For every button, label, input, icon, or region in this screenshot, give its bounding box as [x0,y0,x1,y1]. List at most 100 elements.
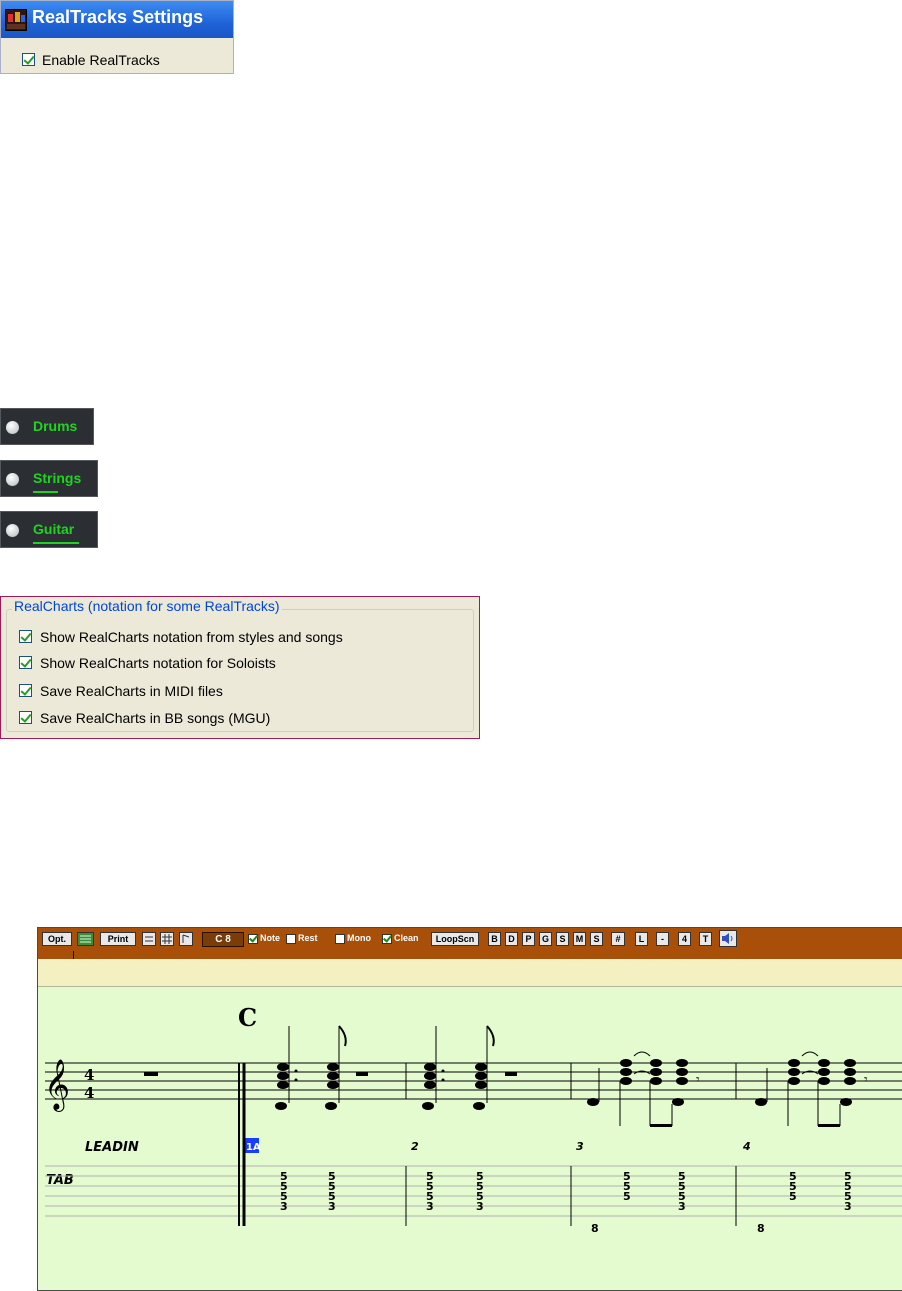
svg-text:𝄾: 𝄾 [864,1072,868,1088]
edit-icon-button[interactable] [179,932,193,946]
radio-icon [6,473,19,486]
checkmark-icon [20,656,32,668]
toolbar-minus-button[interactable]: - [656,932,669,946]
svg-text:𝄾: 𝄾 [696,1072,700,1088]
treble-staff [45,1062,902,1100]
score-area: C 𝄞 4 4 𝄾 𝄾 LEADIN 1A 2 3 4 TAB 5553 555… [44,1003,902,1235]
clean-checkbox[interactable] [382,933,392,944]
speaker-button[interactable] [719,930,737,947]
show-realcharts-styles-label[interactable]: Show RealCharts notation from styles and… [40,629,343,645]
realcharts-legend: RealCharts (notation for some RealTracks… [12,598,282,614]
leadin-label: LEADIN [85,1140,139,1155]
options-button[interactable]: Opt. [42,932,72,946]
save-realcharts-mgu-label[interactable]: Save RealCharts in BB songs (MGU) [40,710,270,726]
save-realcharts-mgu-checkbox[interactable] [19,711,32,724]
toolbar-d-button[interactable]: D [505,932,518,946]
bar1-label: 1A [246,1142,261,1153]
clean-label: Clean [394,933,419,943]
staff-icon [80,935,91,943]
edit-icon [182,934,190,943]
note-checkbox[interactable] [248,933,258,944]
svg-text:3: 3 [280,1200,288,1213]
realcharts-group: RealCharts (notation for some RealTracks… [0,596,480,739]
cursor-marker [73,951,74,959]
panel-title-bar: RealTracks Settings [1,1,233,38]
mono-checkbox[interactable] [335,934,345,944]
toolbar-4-button[interactable]: 4 [678,932,691,946]
print-button[interactable]: Print [100,932,136,946]
toolbar-m-button[interactable]: M [573,932,586,946]
instrument-drums-button[interactable]: Drums [0,408,94,445]
instrument-label: Strings [33,470,82,486]
treble-clef-icon: 𝄞 [44,1059,70,1112]
checkmark-icon [20,630,32,642]
svg-text:8: 8 [591,1222,599,1235]
svg-text:3: 3 [476,1200,484,1213]
instrument-label: Guitar [33,521,75,537]
show-realcharts-styles-checkbox[interactable] [19,630,32,643]
bar3-label: 3 [576,1140,584,1153]
instrument-label: Drums [33,418,78,434]
realtracks-settings-panel: RealTracks Settings Enable RealTracks [0,0,234,74]
loopscn-button[interactable]: LoopScn [431,932,479,946]
lyrics-band [38,959,902,987]
bar4-label: 4 [742,1140,751,1153]
show-realcharts-soloists-checkbox[interactable] [19,656,32,669]
svg-text:3: 3 [678,1200,686,1213]
svg-text:3: 3 [426,1200,434,1213]
tab-staff [45,1165,902,1217]
grid-icon-button[interactable] [160,932,174,946]
radio-icon [6,421,19,434]
instrument-guitar-button[interactable]: Guitar [0,511,98,548]
save-realcharts-midi-label[interactable]: Save RealCharts in MIDI files [40,683,223,699]
toolbar-s-button[interactable]: S [556,932,569,946]
realtracks-icon [5,9,27,31]
enable-realtracks-checkbox[interactable] [22,53,35,66]
tab-numbers: 5553 5553 5553 5553 555 5553 8 555 5553 … [280,1170,852,1235]
toolbar-g-button[interactable]: G [539,932,552,946]
save-realcharts-midi-checkbox[interactable] [19,684,32,697]
checkmark-icon [383,933,392,943]
rest-label: Rest [298,933,318,943]
svg-text:8: 8 [757,1222,765,1235]
rest-checkbox[interactable] [286,934,296,944]
checkmark-icon [20,711,32,723]
note-label: Note [260,933,280,943]
svg-text:5: 5 [623,1190,631,1203]
mono-label: Mono [347,933,371,943]
checkmark-icon [20,684,32,696]
speaker-icon [722,933,733,944]
chord-symbol: C [238,1003,257,1032]
instrument-strings-button[interactable]: Strings [0,460,98,497]
staff-icon-button[interactable] [77,932,94,946]
selection-underline [33,491,58,493]
svg-text:3: 3 [328,1200,336,1213]
toolbar-b-button[interactable]: B [488,932,501,946]
time-signature-bottom: 4 [84,1084,94,1102]
checkmark-icon [249,933,258,943]
bar1-chords [275,1025,368,1110]
selection-underline [33,542,79,544]
checkmark-icon [23,53,35,65]
toolbar-s2-button[interactable]: S [590,932,603,946]
layout-icon-button[interactable] [142,932,156,946]
toolbar-l-button[interactable]: L [635,932,648,946]
notation-window: Opt. Print C 8 Note Rest Mono Clean Loop… [37,927,902,1291]
list-icon [145,936,153,942]
key-display[interactable]: C 8 [202,932,244,947]
panel-title: RealTracks Settings [32,7,204,27]
whole-rest [144,1072,158,1076]
toolbar-p-button[interactable]: P [522,932,535,946]
bar2-label: 2 [411,1140,419,1153]
show-realcharts-soloists-label[interactable]: Show RealCharts notation for Soloists [40,655,276,671]
svg-text:5: 5 [789,1190,797,1203]
grid-icon [162,934,172,944]
toolbar-stripe [38,951,902,959]
enable-realtracks-label[interactable]: Enable RealTracks [42,52,160,68]
toolbar-sharp-button[interactable]: # [611,932,625,946]
time-signature-top: 4 [84,1066,94,1084]
toolbar-t-button[interactable]: T [699,932,712,946]
notation-toolbar: Opt. Print C 8 Note Rest Mono Clean Loop… [38,928,902,951]
bar2-chords [422,1025,517,1110]
radio-icon [6,524,19,537]
